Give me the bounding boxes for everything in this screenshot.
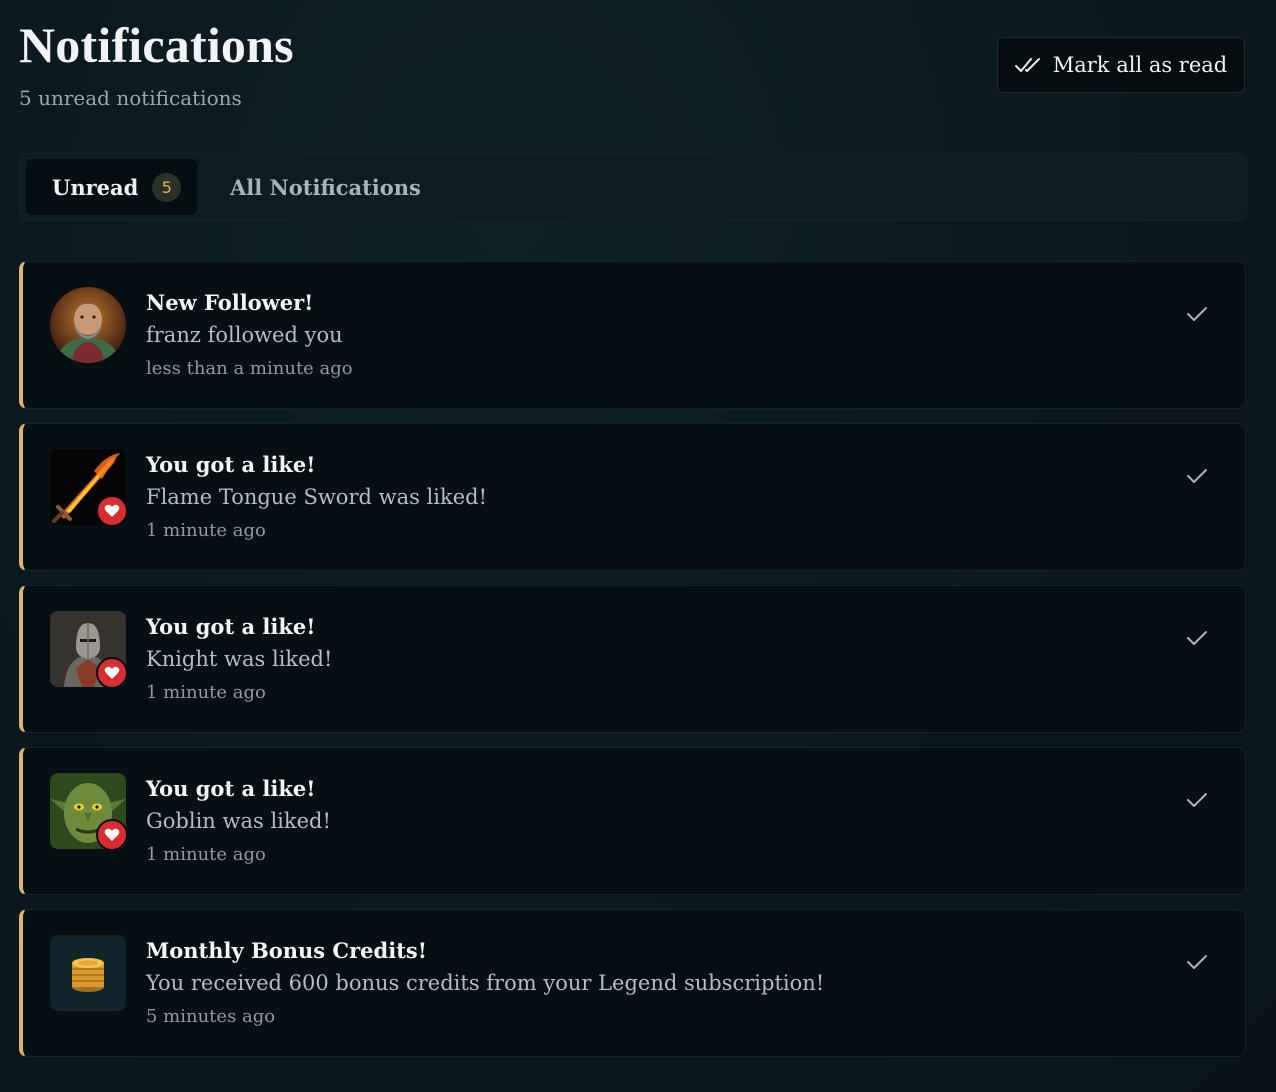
double-check-icon — [1014, 56, 1041, 74]
mark-read-check-icon[interactable] — [1183, 462, 1211, 490]
notification-content: Monthly Bonus Credits! You received 600 … — [146, 937, 824, 1029]
tab-all-notifications[interactable]: All Notifications — [230, 159, 421, 215]
notification-timestamp: 1 minute ago — [146, 520, 266, 541]
notification-timestamp: 1 minute ago — [146, 844, 266, 865]
mark-all-read-button[interactable]: Mark all as read — [997, 37, 1245, 93]
mark-read-check-icon[interactable] — [1183, 300, 1211, 328]
unread-count-badge: 5 — [152, 172, 182, 202]
user-avatar[interactable] — [50, 287, 126, 363]
notification-title: Monthly Bonus Credits! — [146, 938, 427, 963]
notification-content: New Follower! franz followed you less th… — [146, 289, 353, 381]
coins-icon — [50, 935, 126, 1011]
notification-timestamp: 5 minutes ago — [146, 1006, 276, 1027]
notification-content: You got a like! Flame Tongue Sword was l… — [146, 451, 487, 543]
notification-message: Goblin was liked! — [146, 809, 331, 833]
notification-message: Flame Tongue Sword was liked! — [146, 485, 488, 509]
page-title: Notifications — [19, 17, 294, 73]
notification-timestamp: less than a minute ago — [146, 358, 353, 379]
notification-message: franz followed you — [146, 323, 343, 347]
notification-content: You got a like! Goblin was liked! 1 minu… — [146, 775, 331, 867]
notification-item[interactable]: New Follower! franz followed you less th… — [19, 261, 1246, 409]
heart-icon — [96, 657, 128, 689]
mark-all-read-label: Mark all as read — [1052, 53, 1228, 77]
notification-title: You got a like! — [146, 452, 316, 477]
notification-title: You got a like! — [146, 614, 316, 639]
notification-title: New Follower! — [146, 290, 314, 315]
notification-tabs: Unread 5 All Notifications — [19, 153, 1247, 221]
notification-item[interactable]: You got a like! Flame Tongue Sword was l… — [19, 423, 1246, 571]
goblin-thumbnail[interactable] — [50, 773, 128, 851]
mark-read-check-icon[interactable] — [1183, 786, 1211, 814]
heart-icon — [96, 819, 128, 851]
tab-unread-label: Unread — [52, 174, 139, 200]
notification-item[interactable]: Monthly Bonus Credits! You received 600 … — [19, 909, 1246, 1057]
notification-message: You received 600 bonus credits from your… — [146, 971, 825, 995]
notification-title: You got a like! — [146, 776, 316, 801]
notification-item[interactable]: You got a like! Knight was liked! 1 minu… — [19, 585, 1246, 733]
coins-icon-tile — [50, 935, 126, 1011]
knight-thumbnail[interactable] — [50, 611, 128, 689]
notification-list: New Follower! franz followed you less th… — [19, 261, 1247, 1071]
heart-icon — [96, 495, 128, 527]
tab-all-notifications-label: All Notifications — [230, 174, 421, 200]
tab-unread[interactable]: Unread 5 — [26, 159, 197, 215]
mark-read-check-icon[interactable] — [1183, 948, 1211, 976]
mark-read-check-icon[interactable] — [1183, 624, 1211, 652]
flame-sword-thumbnail[interactable] — [50, 449, 128, 527]
notification-message: Knight was liked! — [146, 647, 333, 671]
notification-content: You got a like! Knight was liked! 1 minu… — [146, 613, 332, 705]
notification-timestamp: 1 minute ago — [146, 682, 266, 703]
notification-item[interactable]: You got a like! Goblin was liked! 1 minu… — [19, 747, 1246, 895]
unread-count-text: 5 unread notifications — [19, 86, 242, 110]
